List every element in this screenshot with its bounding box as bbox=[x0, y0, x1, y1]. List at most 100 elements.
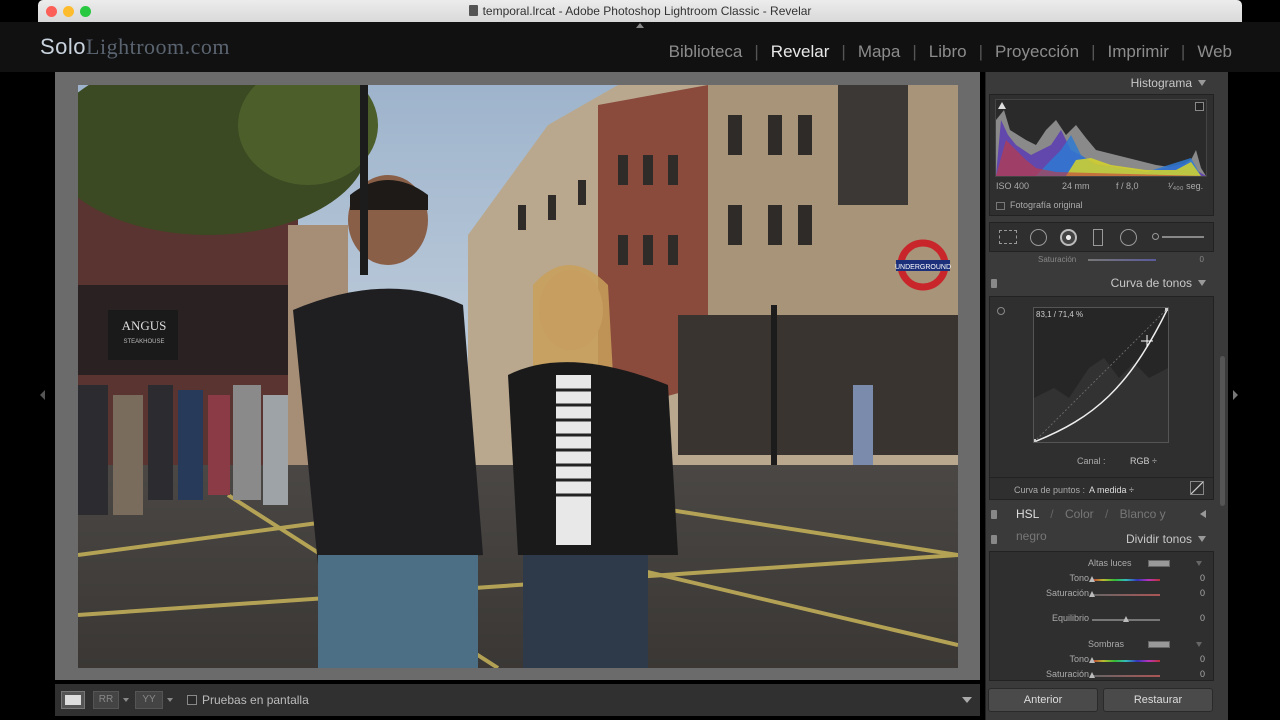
slider-knob[interactable] bbox=[1089, 672, 1095, 678]
collapse-right-panel-icon[interactable] bbox=[1233, 390, 1238, 400]
module-imprimir[interactable]: Imprimir bbox=[1108, 42, 1169, 62]
panel-toggle-switch[interactable] bbox=[991, 535, 997, 544]
spot-removal-icon[interactable] bbox=[1030, 229, 1047, 246]
edit-point-curve-icon[interactable] bbox=[1190, 481, 1204, 495]
histogram-header[interactable]: Histograma bbox=[986, 72, 1214, 94]
softproof-checkbox[interactable] bbox=[187, 695, 197, 705]
collapse-triangle-icon[interactable] bbox=[1198, 536, 1206, 542]
shadows-hue-slider[interactable]: Tono 0 bbox=[990, 654, 1215, 668]
brush-size-slider[interactable] bbox=[1162, 236, 1204, 238]
slider-knob[interactable] bbox=[1089, 657, 1095, 663]
highlight-clipping-icon[interactable] bbox=[1195, 102, 1204, 111]
shadow-clipping-icon[interactable] bbox=[998, 102, 1006, 109]
hsl-tab[interactable]: HSL bbox=[1016, 507, 1039, 521]
before-after-yy-button[interactable]: YY bbox=[135, 691, 163, 709]
slider-knob[interactable] bbox=[1089, 591, 1095, 597]
partial-saturation-track[interactable] bbox=[1088, 259, 1156, 261]
slider-value: 0 bbox=[1199, 573, 1205, 583]
module-libro[interactable]: Libro bbox=[929, 42, 967, 62]
document-icon bbox=[468, 5, 478, 16]
module-web[interactable]: Web bbox=[1197, 42, 1232, 62]
tone-curve-readout: 83,1 / 71,4 % bbox=[1036, 310, 1084, 319]
right-panel-scrollbar[interactable] bbox=[1220, 356, 1225, 506]
split-toning-title: Dividir tonos bbox=[1125, 532, 1192, 546]
point-curve-select[interactable]: A medida ÷ bbox=[1089, 485, 1134, 495]
shadows-label: Sombras bbox=[1088, 639, 1125, 649]
split-toning-header[interactable]: Dividir tonos bbox=[986, 528, 1214, 550]
identity-plate: SoloLightroom.com bbox=[40, 34, 230, 60]
shadows-saturation-slider[interactable]: Saturación 0 bbox=[990, 669, 1215, 683]
highlights-color-swatch[interactable] bbox=[1148, 560, 1170, 567]
red-eye-icon[interactable] bbox=[1060, 229, 1077, 246]
graduated-filter-icon[interactable] bbox=[1093, 229, 1103, 246]
panel-toggle-switch[interactable] bbox=[991, 510, 997, 519]
angus-sign-sub: STEAKHOUSE bbox=[123, 339, 164, 345]
module-biblioteca[interactable]: Biblioteca bbox=[669, 42, 743, 62]
point-curve-label: Curva de puntos : bbox=[1014, 485, 1086, 495]
hsl-header[interactable]: HSL / Color / Blanco y negro bbox=[986, 503, 1214, 543]
shutter-value: ¹⁄₄₀₀ seg. bbox=[1168, 181, 1204, 191]
chevron-down-icon[interactable] bbox=[1196, 642, 1202, 647]
aperture-value: f / 8,0 bbox=[1116, 181, 1139, 191]
collapse-top-panel-icon[interactable] bbox=[636, 23, 644, 28]
tone-curve-header[interactable]: Curva de tonos bbox=[986, 272, 1214, 294]
slider-knob[interactable] bbox=[1123, 616, 1129, 622]
slider-value: 0 bbox=[1199, 654, 1205, 664]
highlights-hue-slider[interactable]: Tono 0 bbox=[990, 573, 1215, 587]
reset-button[interactable]: Restaurar bbox=[1103, 688, 1213, 712]
adjustment-brush-icon[interactable] bbox=[1152, 233, 1159, 240]
previous-button[interactable]: Anterior bbox=[988, 688, 1098, 712]
window-title-bar: temporal.lrcat - Adobe Photoshop Lightro… bbox=[38, 0, 1242, 22]
balance-slider[interactable]: Equilibrio 0 bbox=[990, 613, 1215, 627]
underground-sign: UNDERGROUND bbox=[895, 264, 951, 271]
loupe-view-button[interactable] bbox=[61, 691, 85, 709]
expand-triangle-icon[interactable] bbox=[1200, 510, 1206, 518]
module-mapa[interactable]: Mapa bbox=[858, 42, 901, 62]
collapse-triangle-icon[interactable] bbox=[1198, 280, 1206, 286]
channel-select[interactable]: RGB ÷ bbox=[1130, 456, 1157, 466]
color-tab[interactable]: Color bbox=[1065, 507, 1094, 521]
viewer-toolbar: RR YY Pruebas en pantalla bbox=[55, 684, 980, 716]
before-after-rr-button[interactable]: RR bbox=[93, 691, 119, 709]
radial-filter-icon[interactable] bbox=[1120, 229, 1137, 246]
module-proyeccion[interactable]: Proyección bbox=[995, 42, 1079, 62]
iso-value: ISO 400 bbox=[996, 181, 1030, 191]
slider-knob[interactable] bbox=[1089, 576, 1095, 582]
tone-curve-graph[interactable]: 83,1 / 71,4 % bbox=[1032, 307, 1169, 443]
logo-part2: Lightroom.com bbox=[86, 34, 231, 59]
original-photo-label: Fotografía original bbox=[1010, 200, 1083, 210]
shadows-color-swatch[interactable] bbox=[1148, 641, 1170, 648]
targeted-adjustment-icon[interactable] bbox=[997, 307, 1005, 315]
focal-length-value: 24 mm bbox=[1062, 181, 1090, 191]
partial-saturation-row: Saturación 0 bbox=[986, 254, 1214, 266]
slider-label: Tono bbox=[1069, 573, 1089, 583]
photo-illustration: UNDERGROUND ANGUS STEAKHOUSE bbox=[78, 85, 958, 668]
slider-label: Saturación bbox=[1045, 669, 1089, 679]
histogram-chart bbox=[996, 110, 1206, 176]
partial-saturation-label: Saturación bbox=[1038, 255, 1077, 264]
slider-track[interactable] bbox=[1092, 660, 1160, 662]
module-separator: | bbox=[1180, 42, 1186, 61]
crop-overlay-icon[interactable] bbox=[999, 230, 1017, 244]
toolbar-menu-icon[interactable] bbox=[962, 697, 972, 703]
original-photo-checkbox[interactable] bbox=[996, 202, 1005, 210]
chevron-down-icon[interactable] bbox=[167, 698, 173, 702]
partial-saturation-value: 0 bbox=[1199, 255, 1204, 264]
slider-value: 0 bbox=[1199, 588, 1205, 598]
slider-track[interactable] bbox=[1092, 675, 1160, 677]
panel-toggle-switch[interactable] bbox=[991, 279, 997, 288]
highlights-saturation-slider[interactable]: Saturación 0 bbox=[990, 588, 1215, 602]
chevron-down-icon[interactable] bbox=[123, 698, 129, 702]
slider-label: Tono bbox=[1069, 654, 1089, 664]
expand-left-panel-icon[interactable] bbox=[40, 390, 45, 400]
photo[interactable]: UNDERGROUND ANGUS STEAKHOUSE bbox=[78, 85, 958, 668]
slider-label: Saturación bbox=[1045, 588, 1089, 598]
chevron-down-icon[interactable] bbox=[1196, 561, 1202, 566]
module-separator: | bbox=[978, 42, 983, 61]
slider-track[interactable] bbox=[1092, 579, 1160, 581]
collapse-triangle-icon[interactable] bbox=[1198, 80, 1206, 86]
module-separator: | bbox=[1091, 42, 1096, 61]
slider-track[interactable] bbox=[1092, 594, 1160, 596]
module-revelar[interactable]: Revelar bbox=[771, 42, 830, 62]
histogram-graph[interactable] bbox=[995, 99, 1207, 177]
